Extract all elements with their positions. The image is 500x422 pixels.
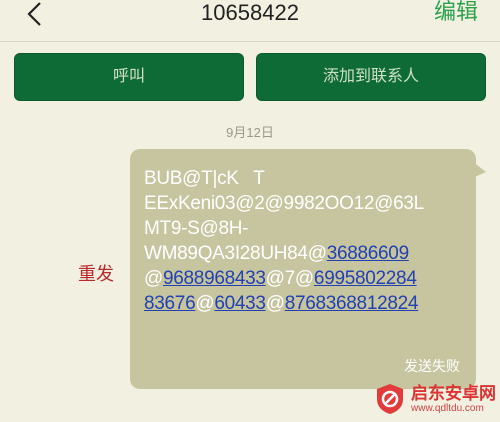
page-title: 10658422 (201, 0, 299, 25)
message-text-segment: EExKeni03@2@9982OO12@63L (144, 193, 424, 214)
send-failed-status: 发送失败 (404, 358, 460, 374)
message-text-segment: BUB@T|cK T (144, 168, 265, 189)
message-line: EExKeni03@2@9982OO12@63L (144, 191, 474, 216)
message-line: 83676@60433@8768368812824 (144, 291, 474, 316)
watermark-name: 启东安卓网 (411, 383, 496, 403)
message-line: WM89QA3I28UH84@36886609 (144, 241, 474, 266)
message-text-segment: MT9-S@8H- (144, 218, 249, 239)
message-text-segment: @7@ (265, 268, 315, 289)
resend-button[interactable]: 重发 (78, 260, 114, 286)
message-text-segment: @ (195, 293, 215, 314)
message-line: MT9-S@8H- (144, 216, 474, 241)
message-text-segment: WM89QA3I28UH84@ (144, 243, 327, 264)
shield-logo-icon (377, 384, 403, 414)
navigation-bar: 10658422 编辑 (0, 0, 500, 42)
phone-number-link[interactable]: 36886609 (327, 243, 409, 264)
phone-number-link[interactable]: 60433 (214, 293, 266, 314)
edit-button[interactable]: 编辑 (434, 0, 478, 26)
phone-number-link[interactable]: 83676 (144, 293, 196, 314)
watermark: 启东安卓网 www.qdltdu.com (373, 380, 496, 418)
message-text-segment: @ (265, 293, 285, 314)
phone-number-link[interactable]: 6995802284 (314, 268, 417, 289)
watermark-url: www.qdltdu.com (411, 402, 484, 414)
phone-number-link[interactable]: 8768368812824 (285, 293, 419, 314)
message-text-segment: @ (144, 268, 163, 289)
add-to-contacts-button[interactable]: 添加到联系人 (256, 53, 486, 101)
message-date: 9月12日 (226, 125, 274, 140)
message-line: BUB@T|cK T (144, 166, 474, 191)
message-line: @9688968433@7@6995802284 (144, 266, 474, 291)
call-button[interactable]: 呼叫 (14, 53, 244, 101)
message-text: BUB@T|cK T EExKeni03@2@9982OO12@63L MT9-S@… (144, 166, 474, 316)
phone-number-link[interactable]: 9688968433 (163, 268, 266, 289)
